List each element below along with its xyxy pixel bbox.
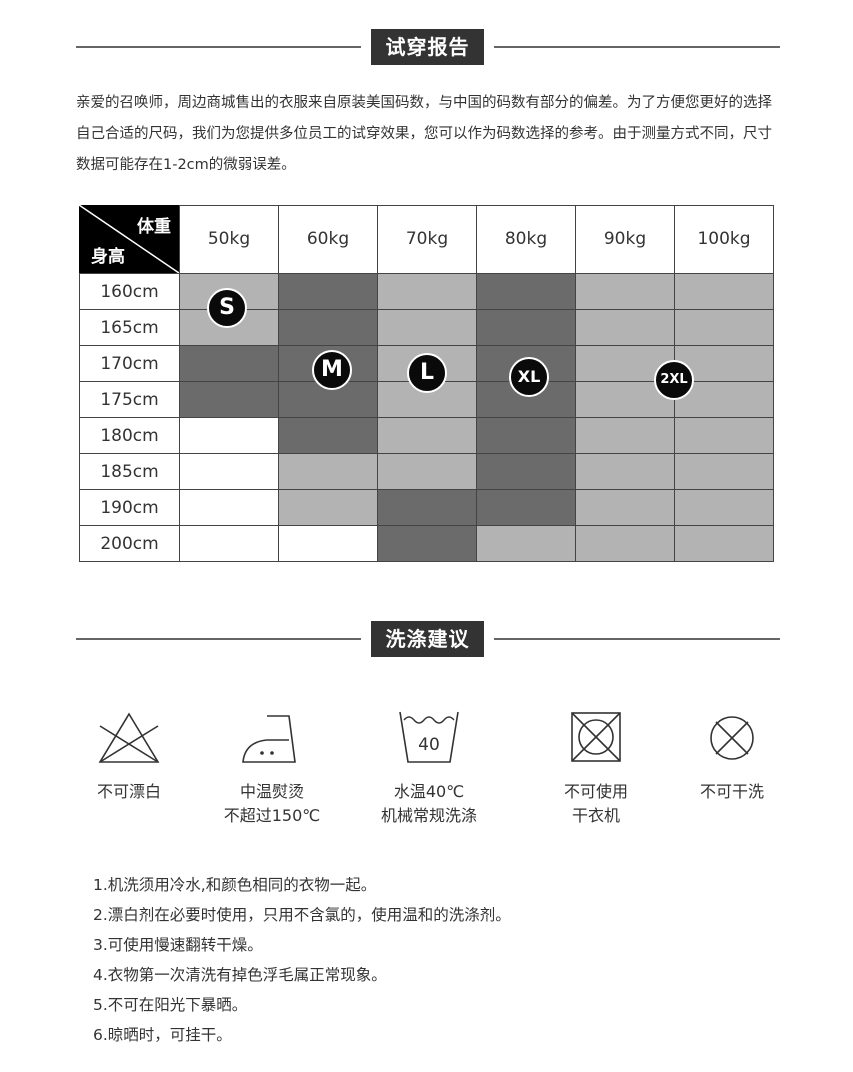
size-grid-cell [674, 273, 774, 310]
size-grid-cell [674, 309, 774, 346]
size-grid-cell [476, 417, 576, 454]
size-grid-cell [575, 453, 675, 490]
care-note-item: 4.衣物第一次清洗有掉色浮毛属正常现象。 [93, 966, 387, 984]
header-divider-left [76, 638, 361, 640]
weight-header-cell: 80kg [476, 205, 576, 274]
size-grid-cell [674, 453, 774, 490]
intro-paragraph: 亲爱的召唤师，周边商城售出的衣服来自原装美国码数，与中国的码数有部分的偏差。为了… [76, 95, 772, 173]
size-grid-cell [674, 417, 774, 454]
size-grid-cell [278, 309, 378, 346]
size-grid-cell [179, 381, 279, 418]
size-grid-cell [278, 417, 378, 454]
fit-report-header: 试穿报告 [76, 29, 780, 65]
height-row-label: 180cm [79, 417, 180, 454]
care-note-item: 2.漂白剂在必要时使用，只用不含氯的，使用温和的洗涤剂。 [93, 906, 511, 924]
corner-weight-label: 体重 [137, 217, 171, 237]
care-note-item: 3.可使用慢速翻转干燥。 [93, 936, 263, 954]
size-grid-cell [476, 309, 576, 346]
size-grid-cell [476, 453, 576, 490]
size-grid-cell [179, 489, 279, 526]
size-chart-table: 体重 身高 50kg 60kg 70kg 80kg 90kg 100kg 160cm 165c… [79, 205, 774, 562]
size-grid-cell [377, 489, 477, 526]
size-grid-cell [377, 453, 477, 490]
care-note-item: 5.不可在阳光下暴晒。 [93, 996, 248, 1014]
wash-advice-header: 洗涤建议 [76, 621, 780, 657]
size-badge-s: S [207, 288, 247, 328]
size-grid-cell [278, 489, 378, 526]
care-note-item: 6.晾晒时，可挂干。 [93, 1026, 232, 1044]
size-grid-cell [674, 489, 774, 526]
weight-header-cell: 70kg [377, 205, 477, 274]
size-grid-cell [476, 525, 576, 562]
size-badge-2xl: 2XL [654, 360, 694, 400]
wash-item-no-bleach: 不可漂白 [59, 708, 199, 804]
size-grid-cell [575, 525, 675, 562]
height-row-label: 200cm [79, 525, 180, 562]
no-dry-clean-icon [710, 716, 754, 760]
wash-caption-line: 中温熨烫 [239, 782, 304, 801]
wash-caption-line: 干衣机 [571, 806, 620, 825]
size-grid-cell [575, 273, 675, 310]
size-badge-xl: XL [509, 357, 549, 397]
height-row-label: 165cm [79, 309, 180, 346]
size-grid-cell [476, 273, 576, 310]
size-grid-cell [179, 525, 279, 562]
wash-advice-title: 洗涤建议 [371, 621, 484, 657]
wash-temp-label: 40 [418, 735, 440, 755]
no-bleach-icon [98, 712, 160, 763]
height-row-label: 185cm [79, 453, 180, 490]
iron-medium-icon [242, 715, 296, 763]
size-grid-cell [377, 525, 477, 562]
weight-header-cell: 50kg [179, 205, 279, 274]
size-grid-cell [575, 309, 675, 346]
size-grid-cell [179, 453, 279, 490]
size-grid-cell [575, 417, 675, 454]
machine-wash-40-icon: 40 [399, 711, 459, 763]
size-grid-cell [575, 489, 675, 526]
size-grid-cell [278, 453, 378, 490]
size-grid-cell [377, 417, 477, 454]
corner-height-label: 身高 [91, 247, 125, 267]
wash-caption-line: 不超过150℃ [223, 806, 321, 825]
size-grid-cell [179, 345, 279, 382]
care-notes-list: 1.机洗须用冷水,和颜色相同的衣物一起。 2.漂白剂在必要时使用，只用不含氯的，… [93, 870, 511, 1050]
care-note-item: 1.机洗须用冷水,和颜色相同的衣物一起。 [93, 876, 377, 894]
weight-header-cell: 90kg [575, 205, 675, 274]
wash-caption-line: 机械常规洗涤 [380, 806, 477, 825]
weight-header-cell: 60kg [278, 205, 378, 274]
height-row-label: 170cm [79, 345, 180, 382]
size-grid-cell [179, 417, 279, 454]
header-divider-right [494, 46, 780, 48]
header-divider-right [494, 638, 780, 640]
wash-item-no-dry-clean: 不可干洗 [662, 708, 802, 804]
size-badge-l: L [407, 353, 447, 393]
header-divider-left [76, 46, 361, 48]
height-row-label: 190cm [79, 489, 180, 526]
wash-item-no-tumble-dry: 不可使用 干衣机 [526, 708, 666, 828]
weight-header-cell: 100kg [674, 205, 774, 274]
size-grid-cell [278, 273, 378, 310]
wash-caption-line: 不可漂白 [96, 782, 161, 801]
height-row-label: 160cm [79, 273, 180, 310]
height-row-label: 175cm [79, 381, 180, 418]
table-corner-cell: 体重 身高 [79, 205, 179, 273]
no-tumble-dry-icon [571, 712, 621, 762]
size-grid-cell [476, 489, 576, 526]
size-grid-cell [674, 525, 774, 562]
size-grid-cell [278, 525, 378, 562]
size-grid-cell [377, 309, 477, 346]
wash-item-machine-wash: 40 水温40℃ 机械常规洗涤 [359, 708, 499, 828]
size-grid-cell [377, 273, 477, 310]
size-badge-m: M [312, 350, 352, 390]
fit-report-title: 试穿报告 [371, 29, 484, 65]
wash-caption-line: 不可干洗 [699, 782, 764, 801]
wash-item-iron: 中温熨烫 不超过150℃ [202, 708, 342, 828]
wash-caption-line: 水温40℃ [393, 782, 465, 801]
wash-caption-line: 不可使用 [563, 782, 628, 801]
